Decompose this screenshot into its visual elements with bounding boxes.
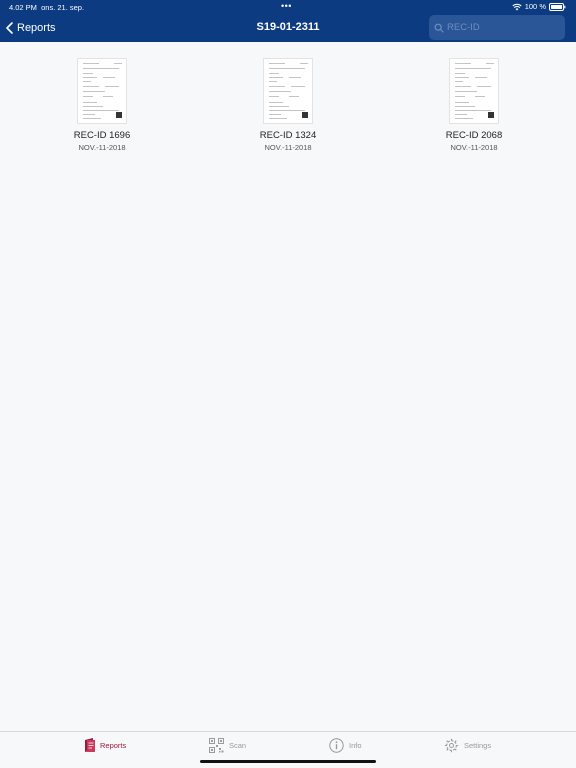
report-date: NOV.-11-2018 xyxy=(264,143,312,152)
tab-scan[interactable]: Scan xyxy=(209,738,246,753)
gear-icon xyxy=(444,738,459,753)
back-label: Reports xyxy=(17,22,56,34)
report-thumbnail xyxy=(263,58,313,124)
tab-label: Scan xyxy=(229,741,247,750)
status-right: 100 % xyxy=(512,2,566,11)
search-icon xyxy=(434,23,444,33)
navigation-bar: 4.02 PM ons. 21. sep. ••• 100 % Reports … xyxy=(0,0,576,42)
info-icon xyxy=(329,738,344,753)
status-time: 4.02 PM ons. 21. sep. xyxy=(9,3,85,12)
report-title: REC-ID 1324 xyxy=(259,130,317,141)
qr-code-icon xyxy=(302,112,308,118)
multitasking-dots[interactable]: ••• xyxy=(281,1,292,11)
report-date: NOV.-11-2018 xyxy=(78,143,126,152)
report-item[interactable]: REC-ID 2068 NOV.-11-2018 xyxy=(414,42,534,152)
chevron-left-icon xyxy=(6,22,13,34)
report-thumbnail xyxy=(77,58,127,124)
wifi-icon xyxy=(512,3,522,11)
back-button[interactable]: Reports xyxy=(6,19,56,37)
report-title: REC-ID 2068 xyxy=(445,130,503,141)
report-item[interactable]: REC-ID 1696 NOV.-11-2018 xyxy=(42,42,162,152)
report-item[interactable]: REC-ID 1324 NOV.-11-2018 xyxy=(228,42,348,152)
battery-percentage: 100 % xyxy=(524,2,546,11)
reports-icon xyxy=(85,738,95,752)
qr-code-icon xyxy=(116,112,122,118)
tab-info[interactable]: Info xyxy=(329,738,362,753)
home-indicator[interactable] xyxy=(200,760,376,763)
report-title: REC-ID 1696 xyxy=(73,130,131,141)
qr-code-icon xyxy=(488,112,494,118)
search-field[interactable] xyxy=(429,15,565,40)
report-thumbnail xyxy=(449,58,499,124)
tab-label: Info xyxy=(349,741,362,750)
search-input[interactable] xyxy=(447,22,557,33)
tab-settings[interactable]: Settings xyxy=(444,738,491,753)
battery-icon xyxy=(549,2,566,11)
tab-reports[interactable]: Reports xyxy=(84,738,126,752)
tab-label: Settings xyxy=(464,741,492,750)
qr-scan-icon xyxy=(209,738,224,753)
report-date: NOV.-11-2018 xyxy=(450,143,498,152)
tab-label: Reports xyxy=(100,740,127,750)
page-title: S19-01-2311 xyxy=(256,21,320,33)
